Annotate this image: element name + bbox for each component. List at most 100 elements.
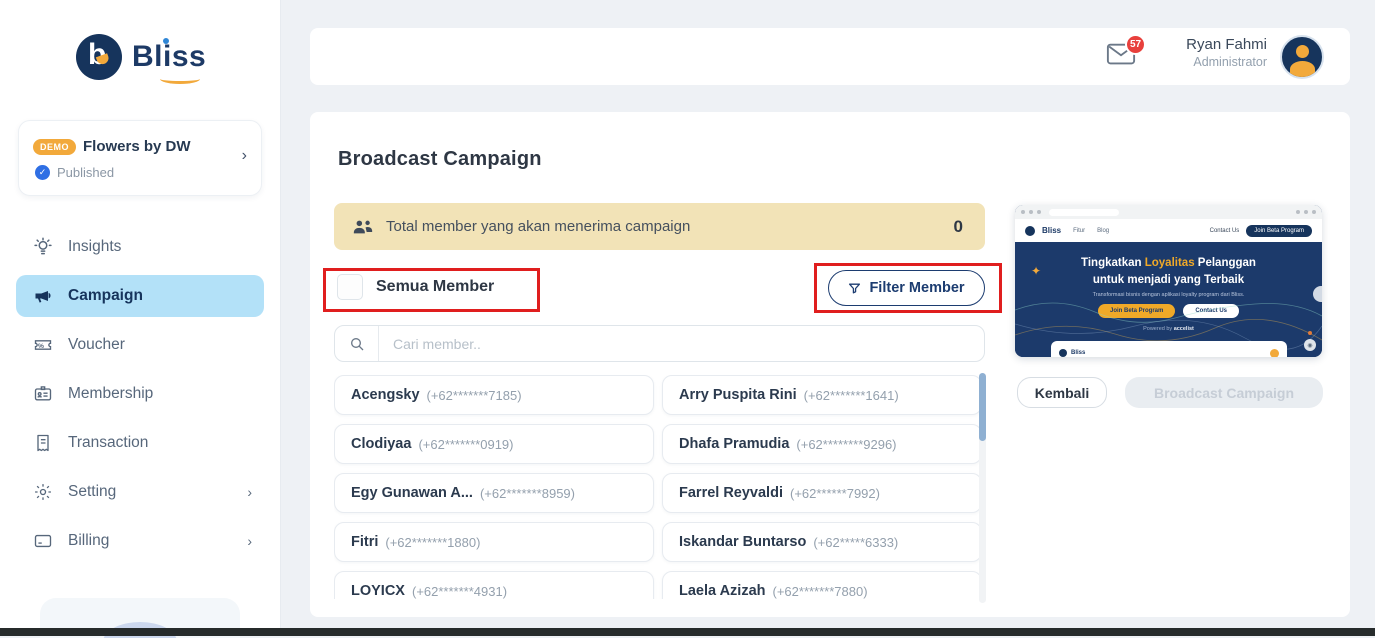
- insights-bulb-icon: [32, 236, 54, 258]
- total-member-banner: Total member yang akan menerima campaign…: [334, 203, 985, 250]
- sidebar-item-billing[interactable]: Billing ›: [16, 520, 264, 562]
- business-status: Published: [57, 165, 115, 180]
- member-name: Clodiyaa: [351, 436, 412, 452]
- sidebar-item-campaign[interactable]: Campaign: [16, 275, 264, 317]
- semua-member-checkbox[interactable]: [337, 274, 363, 300]
- member-list-item[interactable]: Fitri (+62*******1880): [334, 522, 654, 562]
- scrollbar-thumb[interactable]: [979, 373, 986, 441]
- member-list-item[interactable]: Clodiyaa (+62*******0919): [334, 424, 654, 464]
- sidebar-item-setting[interactable]: Setting ›: [16, 471, 264, 513]
- member-phone: (+62********9296): [796, 436, 897, 452]
- page: b Bliss DEMO Flowers by DW ✓ Published ›: [0, 0, 1375, 638]
- sidebar-item-label: Membership: [68, 385, 154, 402]
- member-name: Fitri: [351, 534, 379, 550]
- member-list-item[interactable]: Laela Azizah (+62*******7880): [662, 571, 982, 599]
- search-icon: [335, 326, 379, 361]
- broadcast-campaign-panel: Broadcast Campaign Total member yang aka…: [310, 112, 1350, 617]
- member-list-item[interactable]: LOYICX (+62*******4931): [334, 571, 654, 599]
- sidebar-nav: Insights Campaign % Voucher Membership T…: [16, 226, 264, 569]
- chevron-right-icon: ›: [247, 533, 252, 549]
- membership-card-icon: [32, 383, 54, 405]
- sidebar-item-label: Campaign: [68, 287, 143, 304]
- chevron-right-icon: ›: [247, 484, 252, 500]
- sidebar-item-label: Setting: [68, 483, 117, 500]
- member-name: Acengsky: [351, 387, 420, 403]
- member-phone: (+62*******7185): [426, 387, 522, 403]
- sidebar-item-membership[interactable]: Membership: [16, 373, 264, 415]
- sidebar-item-insights[interactable]: Insights: [16, 226, 264, 268]
- megaphone-icon: [32, 285, 54, 307]
- chevron-right-icon: ›: [241, 147, 247, 164]
- demo-badge: DEMO: [33, 138, 76, 155]
- sidebar-item-label: Billing: [68, 532, 110, 549]
- member-list: Acengsky (+62*******7185) Arry Puspita R…: [334, 375, 982, 599]
- total-member-count: 0: [953, 216, 963, 236]
- member-list-item[interactable]: Iskandar Buntarso (+62*****6333): [662, 522, 982, 562]
- user-name: Ryan Fahmi: [1186, 36, 1267, 53]
- member-name: Arry Puspita Rini: [679, 387, 797, 403]
- bottom-screen-edge: [0, 628, 1375, 636]
- member-phone: (+62*******1880): [385, 534, 481, 550]
- mini-bliss-logo-icon: [1025, 225, 1035, 236]
- voucher-ticket-icon: %: [32, 334, 54, 356]
- member-search: [334, 325, 985, 362]
- wordmark-dot: [163, 38, 169, 44]
- member-phone: (+62*******8959): [479, 485, 575, 501]
- member-phone: (+62*******4931): [411, 583, 508, 599]
- member-list-item[interactable]: Arry Puspita Rini (+62*******1641): [662, 375, 982, 415]
- page-title: Broadcast Campaign: [338, 148, 542, 170]
- sidebar-item-label: Voucher: [68, 336, 125, 353]
- verified-badge-icon: ✓: [35, 165, 50, 180]
- notification-count-badge: 57: [1125, 34, 1146, 55]
- member-phone: (+62*******7880): [772, 583, 868, 599]
- member-name: Iskandar Buntarso: [679, 534, 807, 550]
- business-name: Flowers by DW: [83, 138, 191, 155]
- brand-wordmark: Bliss: [132, 38, 206, 84]
- user-role: Administrator: [1193, 55, 1267, 69]
- wordmark-smile-underline: [160, 74, 200, 84]
- member-list-item[interactable]: Egy Gunawan A... (+62*******8959): [334, 473, 654, 513]
- search-input[interactable]: [379, 335, 984, 352]
- member-list-item[interactable]: Dhafa Pramudia (+62********9296): [662, 424, 982, 464]
- business-selector-card[interactable]: DEMO Flowers by DW ✓ Published ›: [18, 120, 262, 196]
- sidebar-item-voucher[interactable]: % Voucher: [16, 324, 264, 366]
- user-meta: Ryan Fahmi Administrator: [1186, 36, 1267, 69]
- credit-card-icon: [32, 530, 54, 552]
- mini-orange-dot: [1308, 331, 1312, 335]
- member-phone: (+62*******1641): [803, 387, 899, 403]
- member-list-item[interactable]: Farrel Reyvaldi (+62******7992): [662, 473, 982, 513]
- filter-member-button[interactable]: Filter Member: [828, 270, 985, 306]
- member-name: LOYICX: [351, 583, 405, 599]
- sidebar-item-transaction[interactable]: Transaction: [16, 422, 264, 464]
- receipt-icon: [32, 432, 54, 454]
- mini-avatar: [1270, 348, 1279, 357]
- funnel-icon: [848, 282, 861, 295]
- member-phone: (+62*******0919): [418, 436, 514, 452]
- brand-logo: b Bliss: [76, 34, 206, 84]
- member-phone: (+62*****6333): [813, 534, 899, 550]
- mini-logo-icon: [1059, 349, 1067, 357]
- mini-address-bar: [1049, 208, 1119, 216]
- member-name: Farrel Reyvaldi: [679, 485, 783, 501]
- broadcast-campaign-button[interactable]: Broadcast Campaign: [1125, 377, 1323, 408]
- member-name: Egy Gunawan A...: [351, 485, 473, 501]
- member-list-scrollbar[interactable]: [979, 373, 986, 603]
- select-all-row: Semua Member: [337, 274, 494, 300]
- member-list-item[interactable]: Acengsky (+62*******7185): [334, 375, 654, 415]
- back-button[interactable]: Kembali: [1017, 377, 1107, 408]
- group-people-icon: [352, 218, 374, 236]
- sidebar-item-label: Transaction: [68, 434, 149, 451]
- mini-browser-chrome: [1015, 205, 1322, 219]
- top-header-bar: 57 Ryan Fahmi Administrator: [310, 28, 1350, 85]
- member-phone: (+62******7992): [789, 485, 880, 501]
- sidebar-item-label: Insights: [68, 238, 122, 255]
- mini-landing-navbar: Bliss Fitur Blog Contact Us Join Beta Pr…: [1015, 219, 1322, 242]
- notifications-button[interactable]: 57: [1106, 34, 1146, 73]
- sparkle-icon: ✦: [1031, 264, 1042, 278]
- member-name: Laela Azizah: [679, 583, 766, 599]
- avatar[interactable]: [1280, 35, 1324, 79]
- mini-camera-icon: ◉: [1304, 339, 1316, 351]
- total-member-label: Total member yang akan menerima campaign: [386, 218, 691, 235]
- member-name: Dhafa Pramudia: [679, 436, 790, 452]
- mini-carousel-arrow: [1313, 286, 1322, 302]
